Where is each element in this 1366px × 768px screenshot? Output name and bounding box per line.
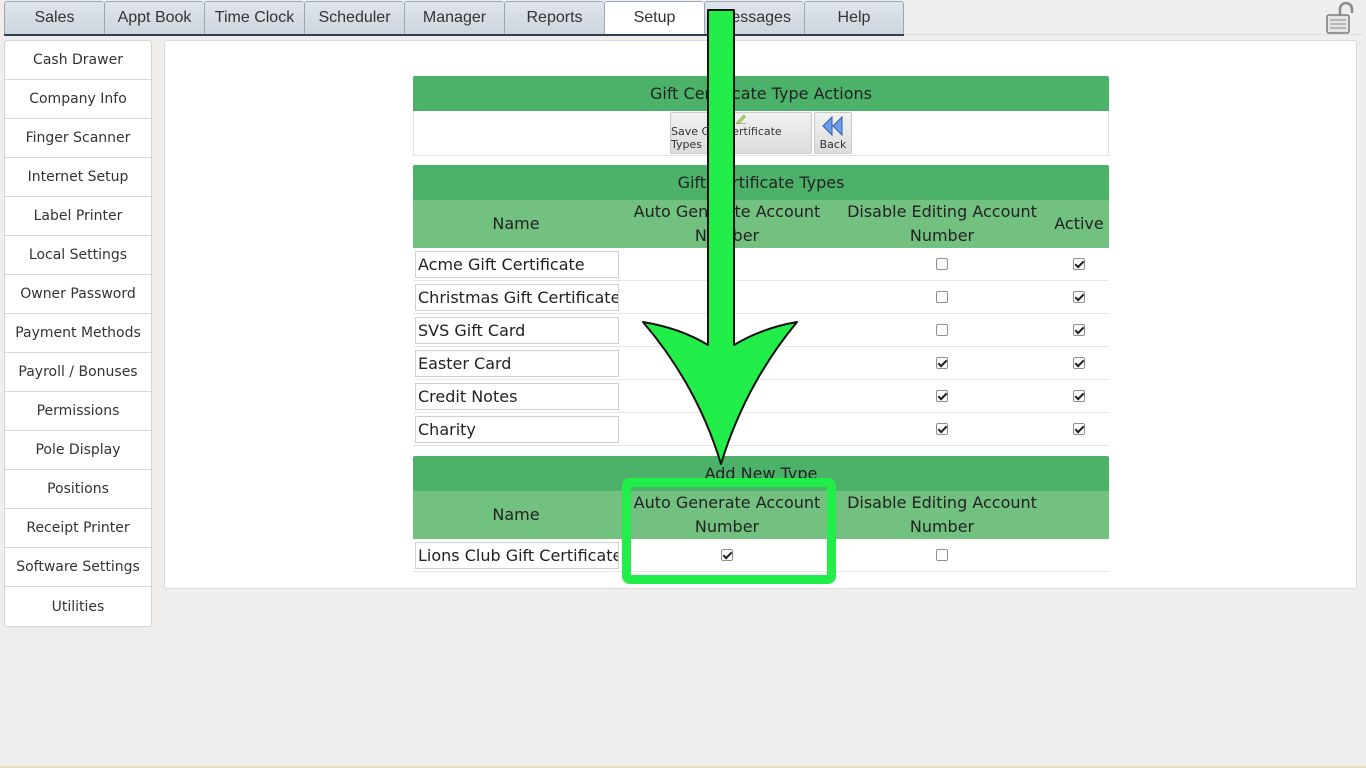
disable-editing-checkbox[interactable] [936, 291, 948, 303]
type-name-input[interactable]: Easter Card [415, 349, 619, 377]
col-header-disable-editing: Disable Editing Account Number [847, 493, 1037, 536]
type-name-input[interactable]: SVS Gift Card [415, 316, 619, 344]
actions-header: Gift Certificate Type Actions [413, 76, 1109, 111]
tab-reports[interactable]: Reports [504, 1, 604, 35]
actions-toolbar: Save Gift Certificate Types Back [413, 111, 1109, 156]
tab-list: Sales Appt Book Time Clock Scheduler Man… [4, 1, 904, 35]
sidebar-item-company-info[interactable]: Company Info [5, 80, 151, 119]
pencil-icon [736, 114, 746, 124]
tab-setup[interactable]: Setup [604, 1, 704, 35]
sidebar-item-permissions[interactable]: Permissions [5, 392, 151, 431]
table-row: SVS Gift Card [413, 314, 1109, 347]
sidebar-item-owner-password[interactable]: Owner Password [5, 275, 151, 314]
col-header-name: Name [492, 214, 540, 233]
sidebar-item-utilities[interactable]: Utilities [5, 587, 151, 626]
type-name-input[interactable]: Acme Gift Certificate [415, 250, 619, 278]
new-disable-editing-checkbox[interactable] [936, 549, 948, 561]
back-button-label: Back [819, 138, 847, 151]
sidebar-item-receipt-printer[interactable]: Receipt Printer [5, 509, 151, 548]
type-name-input[interactable]: Charity [415, 415, 619, 443]
header-divider [904, 34, 1362, 35]
disable-editing-checkbox[interactable] [936, 390, 948, 402]
setup-side-menu: Cash Drawer Company Info Finger Scanner … [4, 40, 152, 627]
type-name-input[interactable]: Credit Notes [415, 382, 619, 410]
tab-manager[interactable]: Manager [404, 1, 504, 35]
active-checkbox[interactable] [1073, 423, 1085, 435]
tab-messages[interactable]: Messages [704, 1, 804, 35]
active-checkbox[interactable] [1073, 291, 1085, 303]
actions-section: Gift Certificate Type Actions Save Gift … [413, 76, 1109, 156]
tab-appt-book[interactable]: Appt Book [104, 1, 204, 35]
unlock-icon[interactable] [1324, 2, 1358, 34]
disable-editing-checkbox[interactable] [936, 258, 948, 270]
types-section: Gift Certificate Types Name Auto Generat… [413, 165, 1109, 446]
col-header-name: Name [492, 505, 540, 524]
active-checkbox[interactable] [1073, 357, 1085, 369]
tab-sales[interactable]: Sales [4, 1, 104, 35]
save-button-label: Save Gift Certificate Types [671, 125, 782, 151]
sidebar-item-label-printer[interactable]: Label Printer [5, 197, 151, 236]
active-checkbox[interactable] [1073, 324, 1085, 336]
col-header-auto-generate: Auto Generate Account Number [633, 202, 821, 245]
types-header: Gift Certificate Types [413, 165, 1109, 200]
sidebar-item-payroll-bonuses[interactable]: Payroll / Bonuses [5, 353, 151, 392]
col-header-active: Active [1054, 214, 1104, 233]
active-checkbox[interactable] [1073, 258, 1085, 270]
col-header-disable-editing: Disable Editing Account Number [847, 202, 1037, 245]
tab-time-clock[interactable]: Time Clock [204, 1, 304, 35]
green-highlight-annotation [622, 478, 836, 584]
disable-editing-checkbox[interactable] [936, 423, 948, 435]
back-button[interactable]: Back [814, 112, 852, 154]
sidebar-item-cash-drawer[interactable]: Cash Drawer [5, 41, 151, 80]
top-navigation: Sales Appt Book Time Clock Scheduler Man… [0, 0, 1366, 36]
sidebar-item-local-settings[interactable]: Local Settings [5, 236, 151, 275]
sidebar-item-finger-scanner[interactable]: Finger Scanner [5, 119, 151, 158]
table-row: Acme Gift Certificate [413, 248, 1109, 281]
sidebar-item-software-settings[interactable]: Software Settings [5, 548, 151, 587]
sidebar-item-internet-setup[interactable]: Internet Setup [5, 158, 151, 197]
disable-editing-checkbox[interactable] [936, 324, 948, 336]
disable-editing-checkbox[interactable] [936, 357, 948, 369]
double-arrow-left-icon [822, 115, 843, 137]
save-gift-certificate-types-button[interactable]: Save Gift Certificate Types [670, 112, 812, 154]
new-type-name-input[interactable]: Lions Club Gift Certificate [415, 541, 619, 569]
sidebar-item-positions[interactable]: Positions [5, 470, 151, 509]
table-row: Credit Notes [413, 380, 1109, 413]
tab-underline [4, 34, 904, 36]
type-name-input[interactable]: Christmas Gift Certificate [415, 283, 619, 311]
types-column-headers: Name Auto Generate Account Number Disabl… [413, 200, 1109, 248]
tab-help[interactable]: Help [804, 1, 904, 35]
sidebar-item-pole-display[interactable]: Pole Display [5, 431, 151, 470]
table-row: Charity [413, 413, 1109, 446]
tab-scheduler[interactable]: Scheduler [304, 1, 404, 35]
table-row: Christmas Gift Certificate [413, 281, 1109, 314]
sidebar-item-payment-methods[interactable]: Payment Methods [5, 314, 151, 353]
table-row: Easter Card [413, 347, 1109, 380]
active-checkbox[interactable] [1073, 390, 1085, 402]
